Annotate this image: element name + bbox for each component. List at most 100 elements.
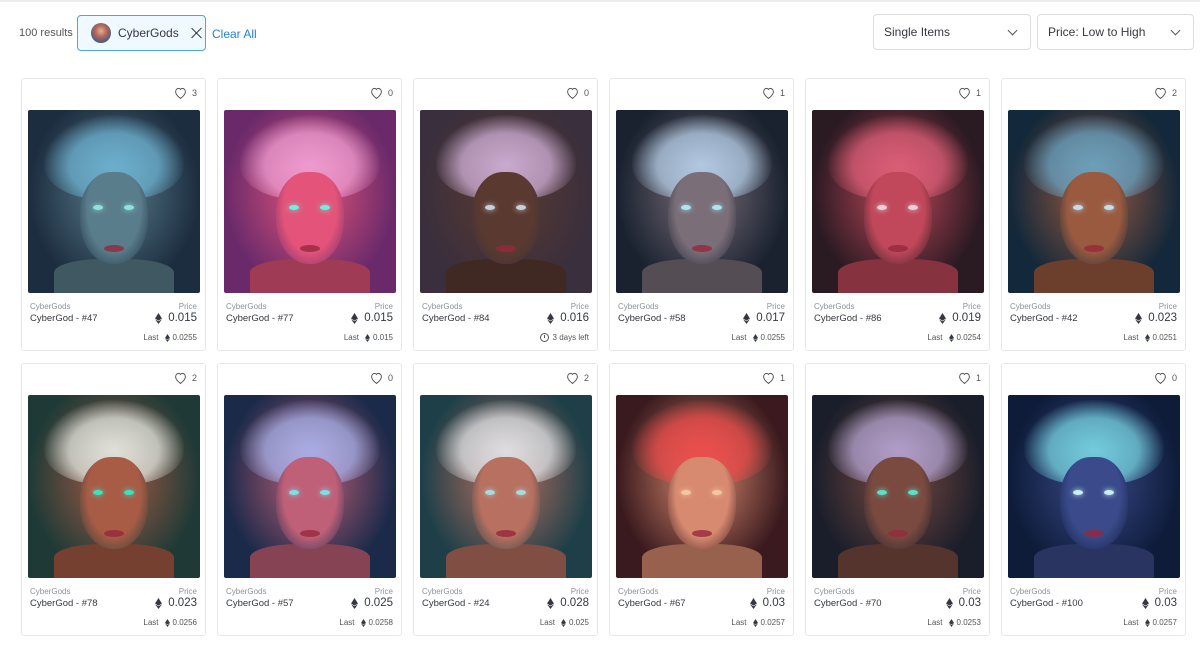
asset-card[interactable]: 0 CyberGods Price CyberGod - #57 0.025 L… xyxy=(217,363,402,636)
neck-shape xyxy=(250,544,370,578)
heart-icon[interactable] xyxy=(1154,87,1167,99)
heart-icon[interactable] xyxy=(566,87,579,99)
favorite-control[interactable]: 3 xyxy=(174,87,197,99)
favorite-control[interactable]: 1 xyxy=(958,87,981,99)
asset-name[interactable]: CyberGod - #77 xyxy=(226,313,294,324)
item-type-select[interactable]: Single Items xyxy=(873,14,1031,50)
favorite-control[interactable]: 0 xyxy=(1154,372,1177,384)
asset-image[interactable] xyxy=(224,110,396,293)
heart-icon[interactable] xyxy=(958,372,971,384)
last-label: Last xyxy=(1123,333,1139,342)
asset-image[interactable] xyxy=(420,110,592,293)
asset-name[interactable]: CyberGod - #67 xyxy=(618,598,686,609)
asset-name[interactable]: CyberGod - #24 xyxy=(422,598,490,609)
asset-card[interactable]: 1 CyberGods Price CyberGod - #86 0.019 L… xyxy=(805,78,990,351)
eth-icon xyxy=(351,312,359,324)
collection-name[interactable]: CyberGods xyxy=(422,302,462,311)
last-label: Last xyxy=(539,618,555,627)
asset-card[interactable]: 1 CyberGods Price CyberGod - #67 0.03 La… xyxy=(609,363,794,636)
asset-image[interactable] xyxy=(28,110,200,293)
last-label: Last xyxy=(339,618,355,627)
heart-icon[interactable] xyxy=(174,372,187,384)
collection-name[interactable]: CyberGods xyxy=(618,587,658,596)
asset-name[interactable]: CyberGod - #78 xyxy=(30,598,98,609)
collection-name[interactable]: CyberGods xyxy=(226,302,266,311)
neck-shape xyxy=(54,259,174,293)
last-sale: Last 0.0258 xyxy=(339,618,393,627)
heart-icon[interactable] xyxy=(1154,372,1167,384)
asset-image[interactable] xyxy=(1008,395,1180,578)
favorite-control[interactable]: 1 xyxy=(958,372,981,384)
favorite-control[interactable]: 2 xyxy=(566,372,589,384)
collection-name[interactable]: CyberGods xyxy=(814,587,854,596)
collection-name[interactable]: CyberGods xyxy=(422,587,462,596)
last-sale: Last 0.0254 xyxy=(927,333,981,342)
asset-card[interactable]: 2 CyberGods Price CyberGod - #78 0.023 L… xyxy=(21,363,206,636)
asset-name[interactable]: CyberGod - #86 xyxy=(814,313,882,324)
asset-card[interactable]: 2 CyberGods Price CyberGod - #42 0.023 L… xyxy=(1001,78,1186,351)
heart-icon[interactable] xyxy=(958,87,971,99)
asset-image[interactable] xyxy=(812,110,984,293)
favorite-control[interactable]: 0 xyxy=(370,87,393,99)
asset-name[interactable]: CyberGod - #70 xyxy=(814,598,882,609)
asset-name[interactable]: CyberGod - #47 xyxy=(30,313,98,324)
clear-all-link[interactable]: Clear All xyxy=(212,27,257,41)
favorite-control[interactable]: 1 xyxy=(762,87,785,99)
asset-name[interactable]: CyberGod - #42 xyxy=(1010,313,1078,324)
collection-name[interactable]: CyberGods xyxy=(618,302,658,311)
favorite-control[interactable]: 2 xyxy=(1154,87,1177,99)
price-label: Price xyxy=(570,587,589,596)
last-label: Last xyxy=(731,618,747,627)
collection-filter-chip[interactable]: CyberGods xyxy=(77,15,206,51)
close-icon[interactable] xyxy=(191,27,203,39)
asset-card[interactable]: 0 CyberGods Price CyberGod - #84 0.016 3… xyxy=(413,78,598,351)
collection-name[interactable]: CyberGods xyxy=(814,302,854,311)
like-count: 1 xyxy=(779,373,785,383)
eth-icon xyxy=(1144,333,1150,342)
heart-icon[interactable] xyxy=(370,87,383,99)
collection-name[interactable]: CyberGods xyxy=(1010,302,1050,311)
collection-name[interactable]: CyberGods xyxy=(30,587,70,596)
last-sale: Last 0.0256 xyxy=(143,618,197,627)
eth-icon xyxy=(752,618,758,627)
heart-icon[interactable] xyxy=(762,87,775,99)
asset-image[interactable] xyxy=(616,110,788,293)
heart-icon[interactable] xyxy=(762,372,775,384)
asset-price: 0.015 xyxy=(155,312,197,324)
heart-icon[interactable] xyxy=(174,87,187,99)
collection-name[interactable]: CyberGods xyxy=(30,302,70,311)
asset-name[interactable]: CyberGod - #100 xyxy=(1010,598,1083,609)
favorite-control[interactable]: 0 xyxy=(370,372,393,384)
favorite-control[interactable]: 2 xyxy=(174,372,197,384)
asset-image[interactable] xyxy=(616,395,788,578)
asset-card[interactable]: 3 CyberGods Price CyberGod - #47 0.015 L… xyxy=(21,78,206,351)
collection-name[interactable]: CyberGods xyxy=(226,587,266,596)
last-sale: 3 days left xyxy=(539,333,589,342)
asset-card[interactable]: 1 CyberGods Price CyberGod - #58 0.017 L… xyxy=(609,78,794,351)
asset-card[interactable]: 0 CyberGods Price CyberGod - #100 0.03 L… xyxy=(1001,363,1186,636)
asset-card[interactable]: 2 CyberGods Price CyberGod - #24 0.028 L… xyxy=(413,363,598,636)
last-sale: Last 0.0257 xyxy=(1123,618,1177,627)
asset-image[interactable] xyxy=(420,395,592,578)
asset-price: 0.025 xyxy=(351,597,393,609)
heart-icon[interactable] xyxy=(370,372,383,384)
asset-image[interactable] xyxy=(28,395,200,578)
eth-icon xyxy=(364,333,370,342)
price-label: Price xyxy=(570,302,589,311)
asset-image[interactable] xyxy=(224,395,396,578)
asset-card[interactable]: 0 CyberGods Price CyberGod - #77 0.015 L… xyxy=(217,78,402,351)
eth-icon xyxy=(155,312,163,324)
sort-select[interactable]: Price: Low to High xyxy=(1037,14,1194,50)
favorite-control[interactable]: 0 xyxy=(566,87,589,99)
heart-icon[interactable] xyxy=(566,372,579,384)
favorite-control[interactable]: 1 xyxy=(762,372,785,384)
asset-name[interactable]: CyberGod - #57 xyxy=(226,598,294,609)
asset-card[interactable]: 1 CyberGods Price CyberGod - #70 0.03 La… xyxy=(805,363,990,636)
asset-name[interactable]: CyberGod - #58 xyxy=(618,313,686,324)
asset-image[interactable] xyxy=(812,395,984,578)
like-count: 2 xyxy=(191,373,197,383)
collection-name[interactable]: CyberGods xyxy=(1010,587,1050,596)
asset-name[interactable]: CyberGod - #84 xyxy=(422,313,490,324)
asset-image[interactable] xyxy=(1008,110,1180,293)
price-value: 0.023 xyxy=(1148,312,1177,324)
